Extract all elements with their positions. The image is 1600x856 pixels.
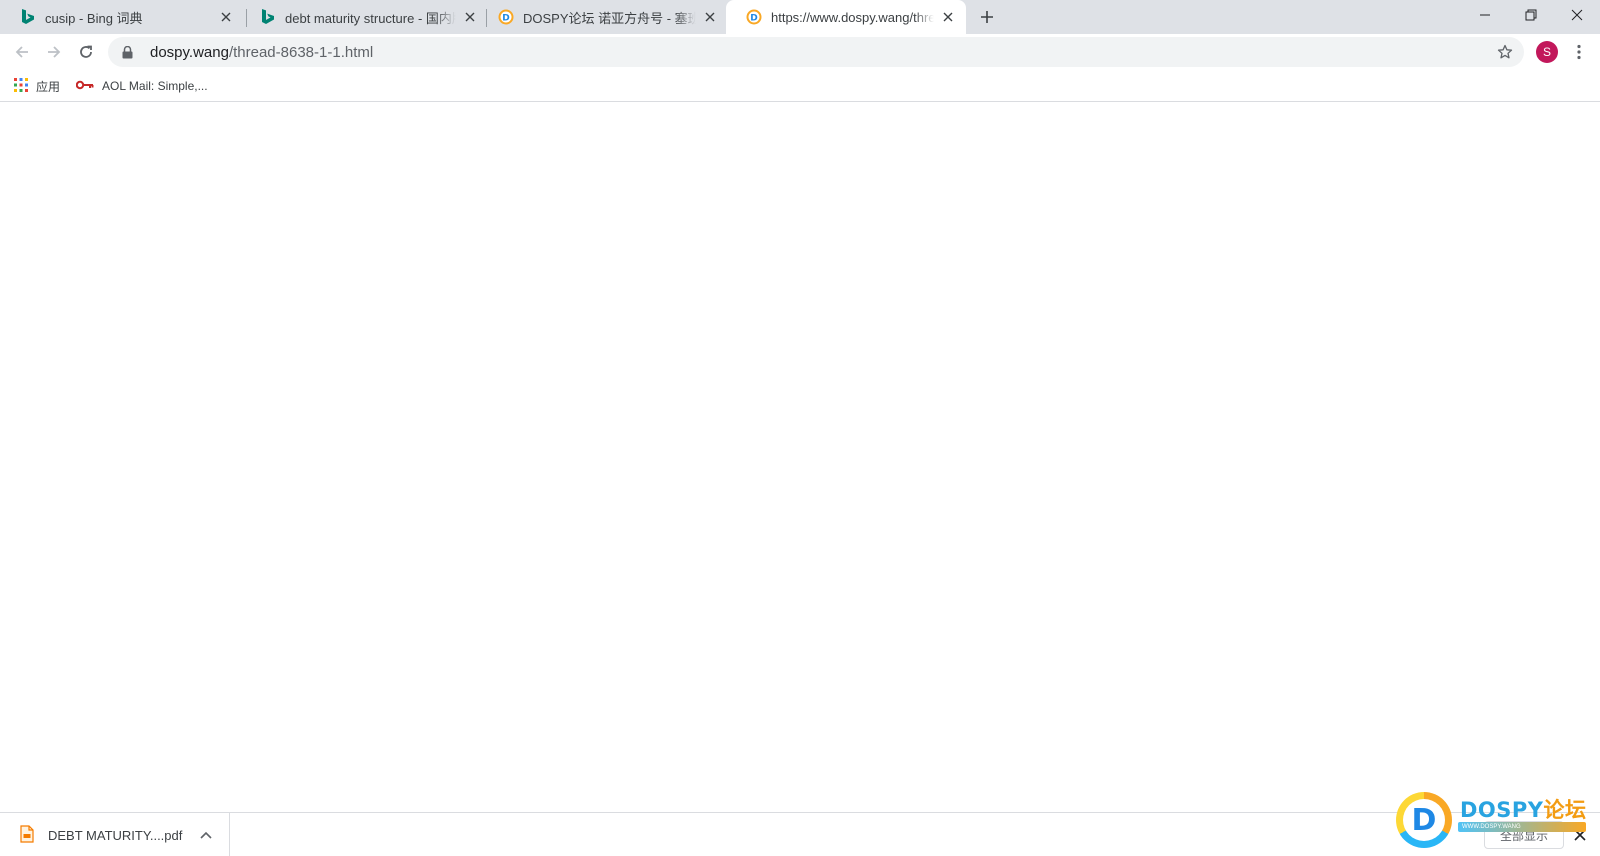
arrow-left-icon: [15, 46, 28, 58]
close-icon: [1571, 9, 1583, 21]
chrome-menu-button[interactable]: [1568, 38, 1590, 66]
dospy-logo-letter: D: [1403, 799, 1445, 841]
minimize-icon: [1480, 14, 1490, 16]
key-icon: [75, 79, 94, 93]
bookmark-label: 应用: [36, 79, 61, 94]
tab-bing-debt[interactable]: debt maturity structure - 国内版 Bing: [240, 0, 488, 34]
tab-dospy-thread[interactable]: D https://www.dospy.wang/thread-8638-1-1…: [726, 0, 966, 34]
bing-icon: [20, 9, 36, 25]
svg-text:D: D: [750, 14, 757, 24]
minimize-button[interactable]: [1462, 0, 1508, 30]
arrow-right-icon: [48, 46, 61, 58]
new-tab-button[interactable]: [976, 6, 998, 28]
tab-title: https://www.dospy.wang/thread-8638-1-1.h…: [771, 9, 934, 25]
close-tab-icon[interactable]: [940, 9, 956, 25]
reload-button[interactable]: [72, 38, 100, 66]
pdf-file-icon: [20, 824, 34, 846]
dospy-icon: D: [746, 9, 762, 25]
restore-button[interactable]: [1508, 0, 1554, 30]
dospy-logo-icon: D: [1396, 792, 1452, 848]
watermark-brand-cn: 论坛: [1543, 798, 1587, 822]
address-bar[interactable]: dospy.wang/thread-8638-1-1.html: [108, 37, 1524, 67]
dospy-watermark-logo: D DOSPY论坛 WWW.DOSPY.WANG: [1396, 790, 1596, 850]
tab-title: cusip - Bing 词典: [45, 10, 143, 26]
more-vertical-icon: [1577, 44, 1581, 60]
tab-title: DOSPY论坛 诺亚方舟号 - 塞班论坛: [523, 10, 696, 26]
watermark-brand-latin: DOSPY: [1460, 798, 1544, 822]
tab-bing-cusip[interactable]: cusip - Bing 词典: [0, 0, 244, 34]
page-content: [0, 102, 1600, 812]
bing-icon: [260, 9, 276, 25]
bookmarks-bar: 应用 AOL Mail: Simple,...: [0, 70, 1600, 102]
url-text[interactable]: dospy.wang/thread-8638-1-1.html: [150, 44, 373, 61]
plus-icon: [981, 11, 993, 23]
tab-dospy-forum[interactable]: D DOSPY论坛 诺亚方舟号 - 塞班论坛: [478, 0, 728, 34]
back-button[interactable]: [8, 38, 36, 66]
close-tab-icon[interactable]: [462, 9, 478, 25]
bookmark-star-icon[interactable]: [1496, 43, 1514, 61]
close-tab-icon[interactable]: [702, 9, 718, 25]
reload-icon: [80, 45, 92, 58]
url-path: /thread-8638-1-1.html: [228, 43, 374, 61]
browser-toolbar: dospy.wang/thread-8638-1-1.html S: [0, 34, 1600, 70]
bookmark-apps[interactable]: 应用: [14, 75, 60, 97]
tab-title: debt maturity structure - 国内版 Bing: [285, 10, 456, 26]
forward-button[interactable]: [40, 38, 68, 66]
close-tab-icon[interactable]: [218, 9, 234, 25]
chevron-up-icon[interactable]: [198, 827, 214, 843]
bookmark-label: AOL Mail: Simple,...: [102, 79, 208, 93]
lock-icon[interactable]: [120, 45, 134, 59]
download-file-name: DEBT MATURITY....pdf: [48, 827, 183, 843]
apps-grid-icon: [14, 77, 28, 95]
download-item[interactable]: DEBT MATURITY....pdf: [0, 813, 230, 856]
dospy-icon: D: [498, 9, 514, 25]
watermark-brand: DOSPY论坛: [1460, 794, 1587, 824]
bookmark-aol-mail[interactable]: AOL Mail: Simple,...: [75, 75, 208, 97]
watermark-tagline: WWW.DOSPY.WANG: [1458, 822, 1586, 832]
url-host: dospy.wang: [150, 43, 229, 61]
download-shelf: DEBT MATURITY....pdf 全部显示: [0, 812, 1600, 856]
svg-text:D: D: [502, 14, 509, 24]
restore-icon: [1525, 9, 1537, 21]
close-window-button[interactable]: [1554, 0, 1600, 30]
tab-strip: cusip - Bing 词典 debt maturity structure …: [0, 0, 1600, 34]
profile-avatar[interactable]: S: [1536, 41, 1558, 63]
